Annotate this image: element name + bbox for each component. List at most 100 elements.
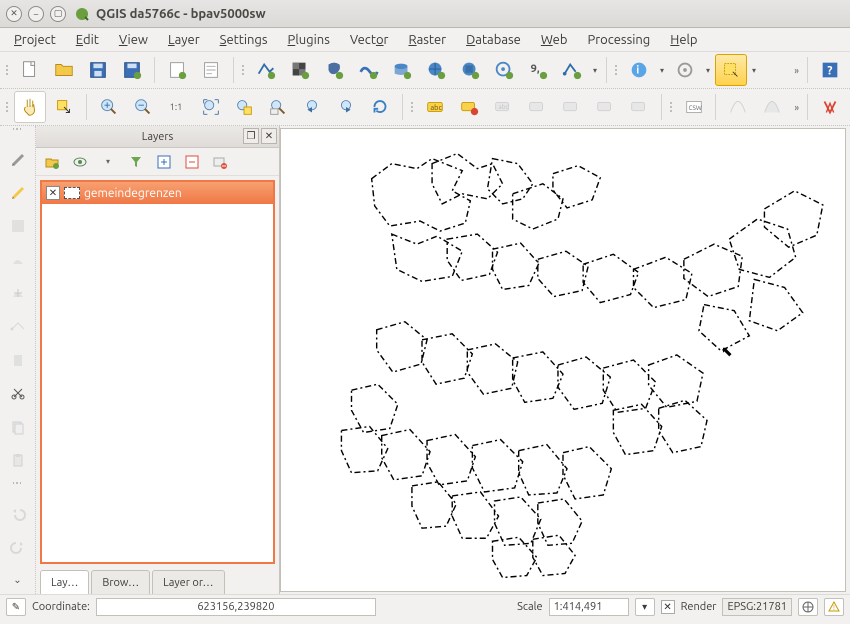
- undo-icon[interactable]: [4, 500, 32, 527]
- add-delimited-text-layer-button[interactable]: 9,: [522, 54, 554, 86]
- label-settings-button[interactable]: [453, 91, 485, 123]
- label-pinned-button[interactable]: abc: [487, 91, 519, 123]
- new-vector-layer-button[interactable]: [556, 54, 588, 86]
- menu-raster[interactable]: Raster: [400, 31, 454, 49]
- refresh-button[interactable]: [364, 91, 396, 123]
- add-raster-layer-button[interactable]: [284, 54, 316, 86]
- label-show-button[interactable]: [555, 91, 587, 123]
- label-rotate-button[interactable]: [623, 91, 655, 123]
- zoom-to-selection-button[interactable]: [229, 91, 261, 123]
- copy-features-icon[interactable]: [4, 413, 32, 440]
- undock-icon[interactable]: ❐: [243, 128, 259, 144]
- crs-field[interactable]: EPSG:21781: [722, 598, 792, 616]
- messages-button[interactable]: !: [824, 598, 844, 616]
- save-as-button[interactable]: [116, 54, 148, 86]
- histogram-cumulative-button[interactable]: [756, 91, 788, 123]
- add-vector-layer-button[interactable]: [250, 54, 282, 86]
- tab-layer-order[interactable]: Layer or…: [152, 570, 224, 594]
- dropdown-icon[interactable]: ▾: [590, 66, 600, 75]
- grass-tools-button[interactable]: [814, 91, 846, 123]
- menu-edit[interactable]: Edit: [68, 31, 107, 49]
- pan-to-selection-button[interactable]: [48, 91, 80, 123]
- label-pin-button[interactable]: [521, 91, 553, 123]
- minimize-icon[interactable]: –: [28, 6, 44, 22]
- expand-all-icon[interactable]: [152, 150, 176, 174]
- close-icon[interactable]: ✕: [6, 6, 22, 22]
- expander-icon[interactable]: ⌄: [4, 567, 32, 594]
- delete-selected-icon[interactable]: [4, 346, 32, 373]
- zoom-out-button[interactable]: [127, 91, 159, 123]
- composer-manager-button[interactable]: [195, 54, 227, 86]
- menu-vector[interactable]: Vector: [342, 31, 397, 49]
- toggle-editing-icon[interactable]: [4, 179, 32, 206]
- menu-help[interactable]: Help: [662, 31, 705, 49]
- toolbar-overflow-button[interactable]: »: [792, 65, 801, 76]
- add-wfs-layer-button[interactable]: [488, 54, 520, 86]
- pan-button[interactable]: [14, 91, 46, 123]
- add-feature-icon[interactable]: [4, 246, 32, 273]
- layer-tree[interactable]: ✕ gemeindegrenzen: [40, 180, 275, 564]
- help-button[interactable]: ?: [814, 54, 846, 86]
- add-postgis-layer-button[interactable]: [318, 54, 350, 86]
- cut-features-icon[interactable]: [4, 380, 32, 407]
- layer-checkbox[interactable]: ✕: [46, 186, 60, 200]
- select-features-button[interactable]: [715, 54, 747, 86]
- render-checkbox[interactable]: ✕: [661, 600, 675, 614]
- current-edits-icon[interactable]: [4, 146, 32, 173]
- zoom-native-button[interactable]: 1:1: [161, 91, 193, 123]
- tab-layers[interactable]: Lay…: [40, 570, 89, 594]
- zoom-in-button[interactable]: [93, 91, 125, 123]
- menu-processing[interactable]: Processing: [579, 31, 658, 49]
- scale-dropdown-icon[interactable]: ▾: [635, 598, 655, 616]
- add-wcs-layer-button[interactable]: [454, 54, 486, 86]
- add-spatialite-layer-button[interactable]: [352, 54, 384, 86]
- visibility-dropdown-icon[interactable]: ▾: [96, 150, 120, 174]
- histogram-button[interactable]: [722, 91, 754, 123]
- maximize-icon[interactable]: ▢: [50, 6, 66, 22]
- filter-legend-icon[interactable]: [124, 150, 148, 174]
- add-mssql-layer-button[interactable]: [386, 54, 418, 86]
- map-canvas[interactable]: ⬉: [280, 128, 846, 592]
- coordinate-field[interactable]: 623156,239820: [96, 598, 376, 616]
- move-feature-icon[interactable]: [4, 280, 32, 307]
- save-edits-icon[interactable]: [4, 213, 32, 240]
- close-panel-icon[interactable]: ✕: [261, 128, 277, 144]
- zoom-last-button[interactable]: [296, 91, 328, 123]
- dropdown-icon[interactable]: ▾: [657, 66, 667, 75]
- paste-features-icon[interactable]: [4, 447, 32, 474]
- dropdown-icon[interactable]: ▾: [703, 66, 713, 75]
- redo-icon[interactable]: [4, 533, 32, 560]
- identify-button[interactable]: i: [623, 54, 655, 86]
- menu-web[interactable]: Web: [533, 31, 576, 49]
- menu-layer[interactable]: Layer: [160, 31, 208, 49]
- label-toolbar-button[interactable]: abc: [419, 91, 451, 123]
- toggle-extents-button[interactable]: ✎: [6, 598, 26, 616]
- node-tool-icon[interactable]: [4, 313, 32, 340]
- zoom-next-button[interactable]: [330, 91, 362, 123]
- csw-button[interactable]: CSW: [678, 91, 710, 123]
- scale-field[interactable]: 1:414,491: [549, 598, 629, 616]
- new-project-button[interactable]: [14, 54, 46, 86]
- new-print-composer-button[interactable]: [161, 54, 193, 86]
- toolbar-overflow-button[interactable]: »: [792, 102, 801, 113]
- layer-item-gemeindegrenzen[interactable]: ✕ gemeindegrenzen: [42, 182, 273, 204]
- menu-settings[interactable]: Settings: [212, 31, 276, 49]
- collapse-all-icon[interactable]: [180, 150, 204, 174]
- tab-browser[interactable]: Brow…: [91, 570, 150, 594]
- menu-project[interactable]: Project: [6, 31, 64, 49]
- save-project-button[interactable]: [82, 54, 114, 86]
- add-wms-layer-button[interactable]: [420, 54, 452, 86]
- add-group-icon[interactable]: [40, 150, 64, 174]
- menu-view[interactable]: View: [111, 31, 156, 49]
- open-project-button[interactable]: [48, 54, 80, 86]
- zoom-to-layer-button[interactable]: [262, 91, 294, 123]
- dropdown-icon[interactable]: ▾: [749, 66, 759, 75]
- remove-layer-icon[interactable]: [208, 150, 232, 174]
- label-move-button[interactable]: [589, 91, 621, 123]
- crs-button[interactable]: [798, 598, 818, 616]
- menu-database[interactable]: Database: [458, 31, 529, 49]
- options-button[interactable]: [669, 54, 701, 86]
- zoom-full-button[interactable]: [195, 91, 227, 123]
- menu-plugins[interactable]: Plugins: [280, 31, 338, 49]
- manage-visibility-icon[interactable]: [68, 150, 92, 174]
